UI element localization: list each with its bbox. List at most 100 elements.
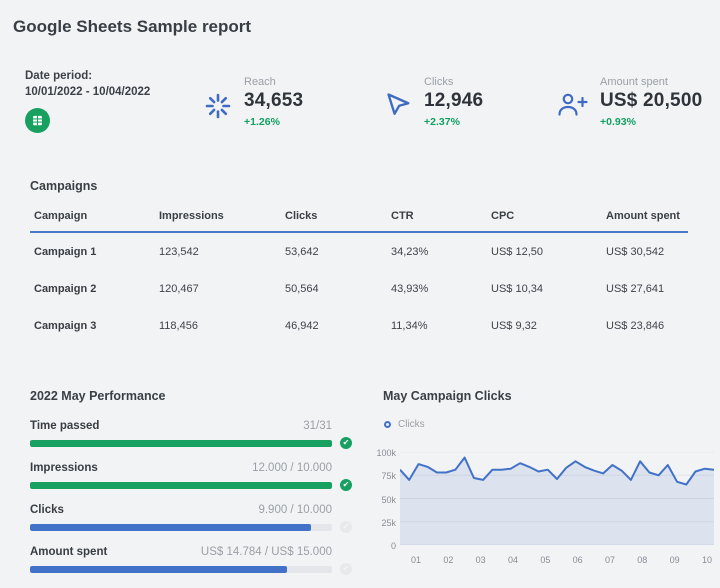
table-row: Campaign 2 120,467 50,564 43,93% US$ 10,… <box>30 270 688 307</box>
cell-amount: US$ 23,846 <box>606 320 688 332</box>
table-body: Campaign 1 123,542 53,642 34,23% US$ 12,… <box>30 233 688 344</box>
cell-clicks: 53,642 <box>285 246 391 258</box>
performance-list: Time passed 31/31 ✔ Impressions 12.000 /… <box>30 420 352 588</box>
cell-impressions: 118,456 <box>159 320 285 332</box>
column-header-impressions: Impressions <box>159 210 285 222</box>
column-header-cpc: CPC <box>491 210 606 222</box>
cell-ctr: 34,23% <box>391 246 491 258</box>
x-tick-label: 08 <box>637 555 647 565</box>
y-tick-label: 25k <box>381 518 396 528</box>
x-tick-label: 07 <box>605 555 615 565</box>
kpi-label: Clicks <box>424 76 483 88</box>
progress-label: Clicks <box>30 504 64 516</box>
progress-label: Amount spent <box>30 546 107 558</box>
cell-clicks: 46,942 <box>285 320 391 332</box>
progress-fill <box>30 482 332 489</box>
table-header-row: Campaign Impressions Clicks CTR CPC Amou… <box>30 210 688 233</box>
cell-impressions: 123,542 <box>159 246 285 258</box>
column-header-amount-spent: Amount spent <box>606 210 688 222</box>
kpi-reach: Reach 34,653 +1.26% <box>203 76 303 128</box>
campaigns-heading: Campaigns <box>30 179 97 193</box>
kpi-clicks: Clicks 12,946 +2.37% <box>385 76 483 128</box>
cell-campaign: Campaign 1 <box>34 246 159 258</box>
kpi-value: US$ 20,500 <box>600 90 702 112</box>
progress-track <box>30 482 332 489</box>
progress-status-check-icon: ✔ <box>340 437 352 449</box>
cell-amount: US$ 27,641 <box>606 283 688 295</box>
clicks-line-chart <box>400 452 714 545</box>
cell-cpc: US$ 10,34 <box>491 283 606 295</box>
kpi-delta: +1.26% <box>244 116 303 128</box>
progress-status-check-icon: ✔ <box>340 479 352 491</box>
performance-row: Time passed 31/31 ✔ <box>30 420 352 449</box>
person-add-icon <box>555 91 589 119</box>
x-tick-label: 05 <box>540 555 550 565</box>
google-sheets-icon <box>25 108 50 133</box>
y-tick-label: 100k <box>376 448 396 458</box>
column-header-campaign: Campaign <box>34 210 159 222</box>
performance-row: Clicks 9.900 / 10.000 ✔ <box>30 504 352 533</box>
progress-value: 9.900 / 10.000 <box>258 504 332 516</box>
y-axis: 100k75k50k25k0 <box>362 452 396 545</box>
y-tick-label: 0 <box>391 541 396 551</box>
x-tick-label: 09 <box>670 555 680 565</box>
progress-fill <box>30 524 311 531</box>
progress-fill <box>30 440 332 447</box>
cell-cpc: US$ 9,32 <box>491 320 606 332</box>
cell-amount: US$ 30,542 <box>606 246 688 258</box>
date-period-range: 10/01/2022 - 10/04/2022 <box>25 86 150 98</box>
cell-ctr: 43,93% <box>391 283 491 295</box>
x-tick-label: 02 <box>443 555 453 565</box>
column-header-clicks: Clicks <box>285 210 391 222</box>
progress-label: Time passed <box>30 420 99 432</box>
x-axis: 01 02 03 04 05 06 07 08 09 10 <box>400 555 714 565</box>
x-tick-label: 03 <box>476 555 486 565</box>
progress-fill <box>30 566 287 573</box>
kpi-value: 34,653 <box>244 90 303 112</box>
progress-value: 31/31 <box>303 420 332 432</box>
performance-row: Impressions 12.000 / 10.000 ✔ <box>30 462 352 491</box>
cursor-icon <box>385 91 413 119</box>
cell-impressions: 120,467 <box>159 283 285 295</box>
cell-ctr: 11,34% <box>391 320 491 332</box>
performance-row: Amount spent US$ 14.784 / US$ 15.000 ✔ <box>30 546 352 575</box>
plot-area <box>400 452 714 545</box>
kpi-delta: +2.37% <box>424 116 483 128</box>
progress-status-check-icon: ✔ <box>340 521 352 533</box>
y-tick-label: 75k <box>381 471 396 481</box>
x-tick-label: 04 <box>508 555 518 565</box>
cell-campaign: Campaign 3 <box>34 320 159 332</box>
date-period-label: Date period: <box>25 70 150 82</box>
date-period: Date period: 10/01/2022 - 10/04/2022 <box>25 70 150 133</box>
progress-track <box>30 524 332 531</box>
x-tick-label: 06 <box>573 555 583 565</box>
progress-value: US$ 14.784 / US$ 15.000 <box>201 546 332 558</box>
kpi-amount-spent: Amount spent US$ 20,500 +0.93% <box>555 76 702 128</box>
table-row: Campaign 1 123,542 53,642 34,23% US$ 12,… <box>30 233 688 270</box>
legend-label: Clicks <box>398 419 425 430</box>
legend-ring-icon <box>384 421 391 428</box>
kpi-label: Amount spent <box>600 76 702 88</box>
column-header-ctr: CTR <box>391 210 491 222</box>
progress-track <box>30 440 332 447</box>
y-tick-label: 50k <box>381 495 396 505</box>
page-title: Google Sheets Sample report <box>13 17 251 37</box>
cell-clicks: 50,564 <box>285 283 391 295</box>
table-glyph <box>30 113 45 128</box>
table-row: Campaign 3 118,456 46,942 11,34% US$ 9,3… <box>30 307 688 344</box>
chart-heading: May Campaign Clicks <box>383 389 512 403</box>
performance-heading: 2022 May Performance <box>30 389 166 403</box>
cell-cpc: US$ 12,50 <box>491 246 606 258</box>
x-tick-label: 10 <box>702 555 712 565</box>
kpi-value: 12,946 <box>424 90 483 112</box>
spinner-icon <box>203 91 233 121</box>
kpi-label: Reach <box>244 76 303 88</box>
campaigns-table: Campaign Impressions Clicks CTR CPC Amou… <box>30 210 688 344</box>
cell-campaign: Campaign 2 <box>34 283 159 295</box>
progress-status-check-icon: ✔ <box>340 563 352 575</box>
progress-value: 12.000 / 10.000 <box>252 462 332 474</box>
chart-legend: Clicks <box>384 419 425 430</box>
progress-track <box>30 566 332 573</box>
x-tick-label: 01 <box>411 555 421 565</box>
progress-label: Impressions <box>30 462 98 474</box>
